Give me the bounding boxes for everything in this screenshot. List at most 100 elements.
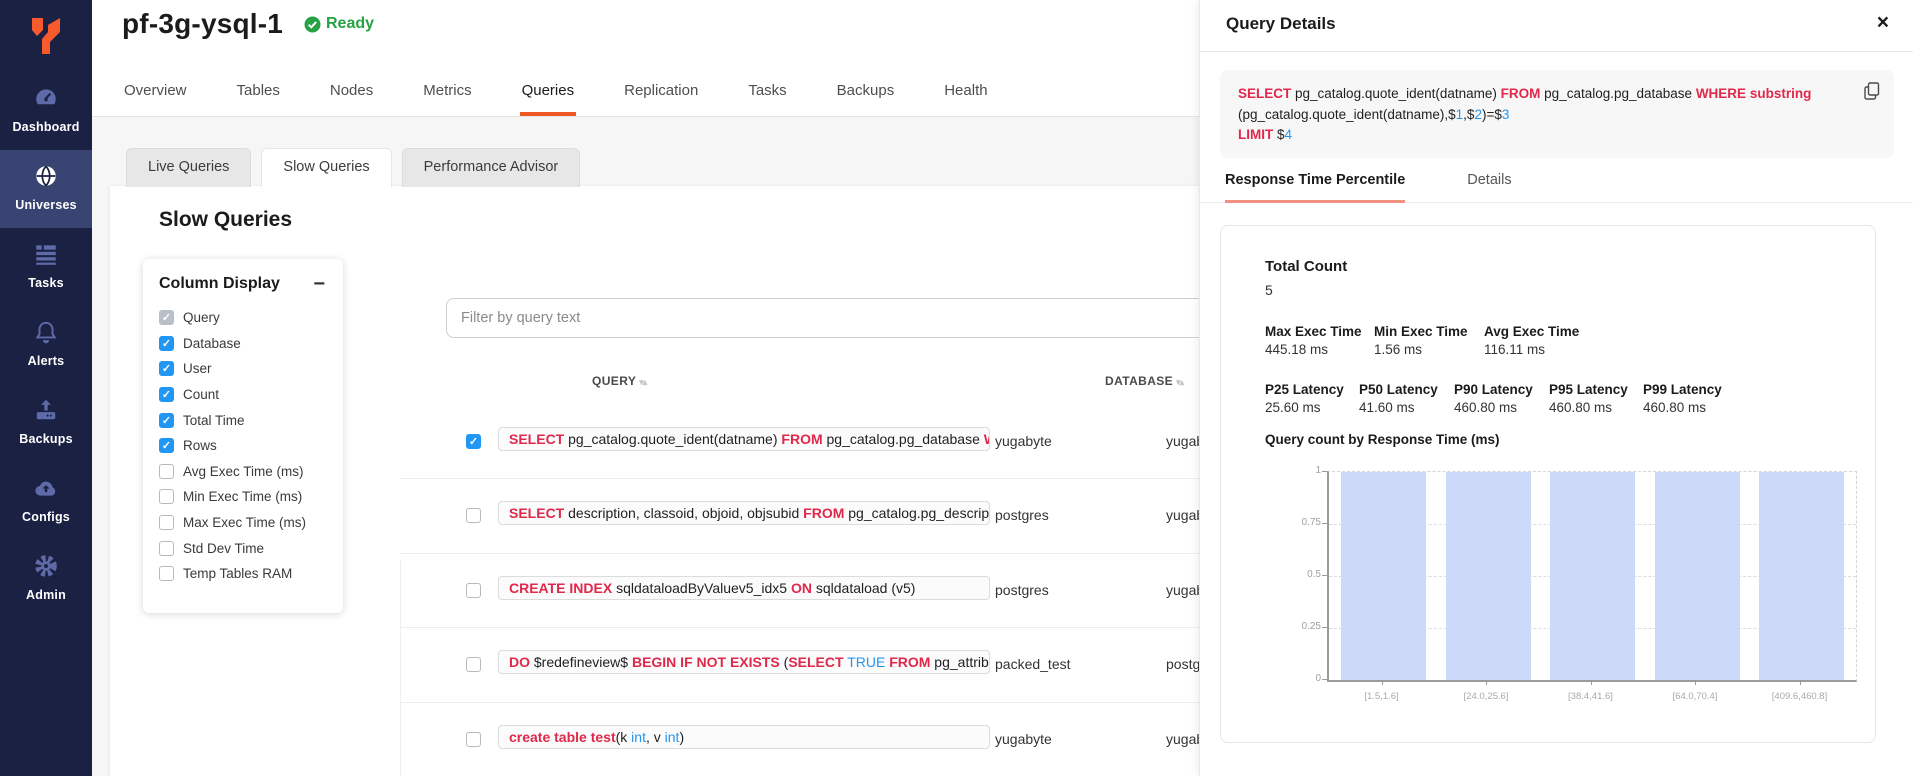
stat-avg-exec-time: Avg Exec Time116.11 ms	[1484, 324, 1579, 357]
checkbox-icon[interactable]	[159, 489, 174, 504]
tab-tasks[interactable]: Tasks	[746, 70, 788, 116]
x-axis-tick	[1382, 681, 1383, 685]
y-axis-tick	[1322, 627, 1327, 628]
x-axis-tick	[1800, 681, 1801, 685]
column-option-label: Total Time	[183, 413, 245, 428]
column-option-label: User	[183, 361, 212, 376]
sort-arrows-icon[interactable]: ▾▴	[1176, 377, 1183, 387]
configs-icon	[0, 475, 92, 503]
column-option-std-dev-time[interactable]: Std Dev Time	[159, 535, 327, 561]
stat-label: Min Exec Time	[1374, 324, 1484, 339]
tab-queries[interactable]: Queries	[520, 70, 577, 116]
collapse-button[interactable]: −	[311, 277, 327, 291]
status-badge: Ready	[304, 15, 374, 33]
row-checkbox[interactable]	[466, 508, 481, 523]
column-header-query[interactable]: QUERY▾▴	[592, 374, 646, 388]
checkbox-icon[interactable]: ✓	[159, 438, 174, 453]
sidebar-item-tasks[interactable]: Tasks	[0, 228, 92, 306]
stat-value: 460.80 ms	[1549, 400, 1643, 415]
sidebar-item-configs[interactable]: Configs	[0, 462, 92, 540]
sidebar-item-backups[interactable]: Backups	[0, 384, 92, 462]
checkbox-icon: ✓	[159, 310, 174, 325]
tab-tables[interactable]: Tables	[235, 70, 282, 116]
latency-stats: P25 Latency25.60 msP50 Latency41.60 msP9…	[1265, 382, 1722, 415]
universe-header: pf-3g-ysql-1 Ready OverviewTablesNodesMe…	[92, 0, 1199, 117]
y-axis-tick	[1322, 679, 1327, 680]
yugabyte-logo-icon[interactable]	[0, 0, 92, 72]
column-option-rows[interactable]: ✓Rows	[159, 433, 327, 459]
query-cell[interactable]: SELECT pg_catalog.quote_ident(datname) F…	[498, 427, 990, 451]
sort-arrows-icon[interactable]: ▾▴	[639, 377, 646, 387]
y-axis-tick	[1322, 523, 1327, 524]
details-tab-response-time-percentile[interactable]: Response Time Percentile	[1225, 172, 1405, 203]
y-axis-tick	[1322, 471, 1327, 472]
sidebar-item-label: Admin	[26, 588, 66, 602]
stat-value: 41.60 ms	[1359, 400, 1454, 415]
subtab-live-queries[interactable]: Live Queries	[126, 148, 251, 187]
x-axis-tick	[1591, 681, 1592, 685]
row-checkbox[interactable]	[466, 583, 481, 598]
sidebar-item-label: Universes	[15, 198, 77, 212]
sidebar-item-universes[interactable]: Universes	[0, 150, 92, 228]
checkbox-icon[interactable]: ✓	[159, 387, 174, 402]
checkbox-icon[interactable]	[159, 464, 174, 479]
sidebar-item-label: Dashboard	[12, 120, 79, 134]
column-option-label: Max Exec Time (ms)	[183, 515, 306, 530]
admin-icon	[0, 553, 92, 581]
x-axis-tick-label: [38.4,41.6]	[1536, 691, 1646, 702]
tab-metrics[interactable]: Metrics	[421, 70, 473, 116]
checkbox-icon[interactable]: ✓	[159, 361, 174, 376]
stat-value: 460.80 ms	[1454, 400, 1549, 415]
queries-subtabs: Live Queries Slow Queries Performance Advi…	[126, 148, 590, 187]
checkbox-icon[interactable]	[159, 541, 174, 556]
column-option-temp-tables-ram[interactable]: Temp Tables RAM	[159, 561, 327, 587]
column-option-label: Min Exec Time (ms)	[183, 489, 302, 504]
sidebar-item-dashboard[interactable]: Dashboard	[0, 72, 92, 150]
checkbox-icon[interactable]	[159, 566, 174, 581]
alerts-icon	[0, 319, 92, 347]
column-option-min-exec-time-ms[interactable]: Min Exec Time (ms)	[159, 484, 327, 510]
column-option-avg-exec-time-ms[interactable]: Avg Exec Time (ms)	[159, 459, 327, 485]
column-option-user[interactable]: ✓ User	[159, 356, 327, 382]
column-option-label: Query	[183, 310, 220, 325]
checkbox-icon[interactable]: ✓	[159, 336, 174, 351]
query-cell[interactable]: SELECT description, classoid, objoid, ob…	[498, 501, 990, 525]
column-option-total-time[interactable]: ✓ Total Time	[159, 407, 327, 433]
row-checkbox[interactable]: ✓	[466, 434, 481, 449]
query-cell[interactable]: create table test(k int, v int)	[498, 725, 990, 749]
details-tab-details[interactable]: Details	[1467, 172, 1511, 203]
panel-header: Query Details ×	[1200, 0, 1913, 52]
stat-p90-latency: P90 Latency 460.80 ms	[1454, 382, 1549, 415]
column-display-title: Column Display	[159, 275, 280, 293]
tab-nodes[interactable]: Nodes	[328, 70, 375, 116]
column-option-max-exec-time-ms[interactable]: Max Exec Time (ms)	[159, 510, 327, 536]
sql-line: (pg_catalog.quote_ident(datname),$1,$2)=…	[1238, 105, 1850, 126]
backups-icon	[0, 397, 92, 425]
row-checkbox[interactable]	[466, 732, 481, 747]
tab-replication[interactable]: Replication	[622, 70, 700, 116]
tab-overview[interactable]: Overview	[122, 70, 189, 116]
table-left-divider	[400, 560, 401, 776]
subtab-slow-queries[interactable]: Slow Queries	[261, 148, 391, 187]
sidebar-item-alerts[interactable]: Alerts	[0, 306, 92, 384]
tab-backups[interactable]: Backups	[835, 70, 897, 116]
total-count-value: 5	[1265, 282, 1273, 298]
checkbox-icon[interactable]: ✓	[159, 413, 174, 428]
close-icon[interactable]: ×	[1871, 10, 1895, 36]
checkbox-icon[interactable]	[159, 515, 174, 530]
column-header-database[interactable]: DATABASE▾▴	[1105, 374, 1183, 388]
tab-health[interactable]: Health	[942, 70, 989, 116]
query-cell[interactable]: CREATE INDEX sqldataloadByValuev5_idx5 O…	[498, 576, 990, 600]
subtab-performance-advisor[interactable]: Performance Advisor	[402, 148, 581, 187]
column-option-database[interactable]: ✓Database	[159, 331, 327, 357]
sql-statement-box: SELECT pg_catalog.quote_ident(datname) F…	[1220, 70, 1894, 158]
sidebar-item-label: Tasks	[28, 276, 64, 290]
copy-icon[interactable]	[1862, 80, 1882, 105]
column-option-count[interactable]: ✓Count	[159, 382, 327, 408]
stat-label: P90 Latency	[1454, 382, 1549, 397]
column-display-panel: Column Display − ✓Query✓Database✓User✓Co…	[143, 259, 343, 613]
sidebar-item-admin[interactable]: Admin	[0, 540, 92, 618]
query-cell[interactable]: DO $redefineview$ BEGIN IF NOT EXISTS (S…	[498, 650, 990, 674]
column-option-query[interactable]: ✓ Query	[159, 305, 327, 331]
row-checkbox[interactable]	[466, 657, 481, 672]
